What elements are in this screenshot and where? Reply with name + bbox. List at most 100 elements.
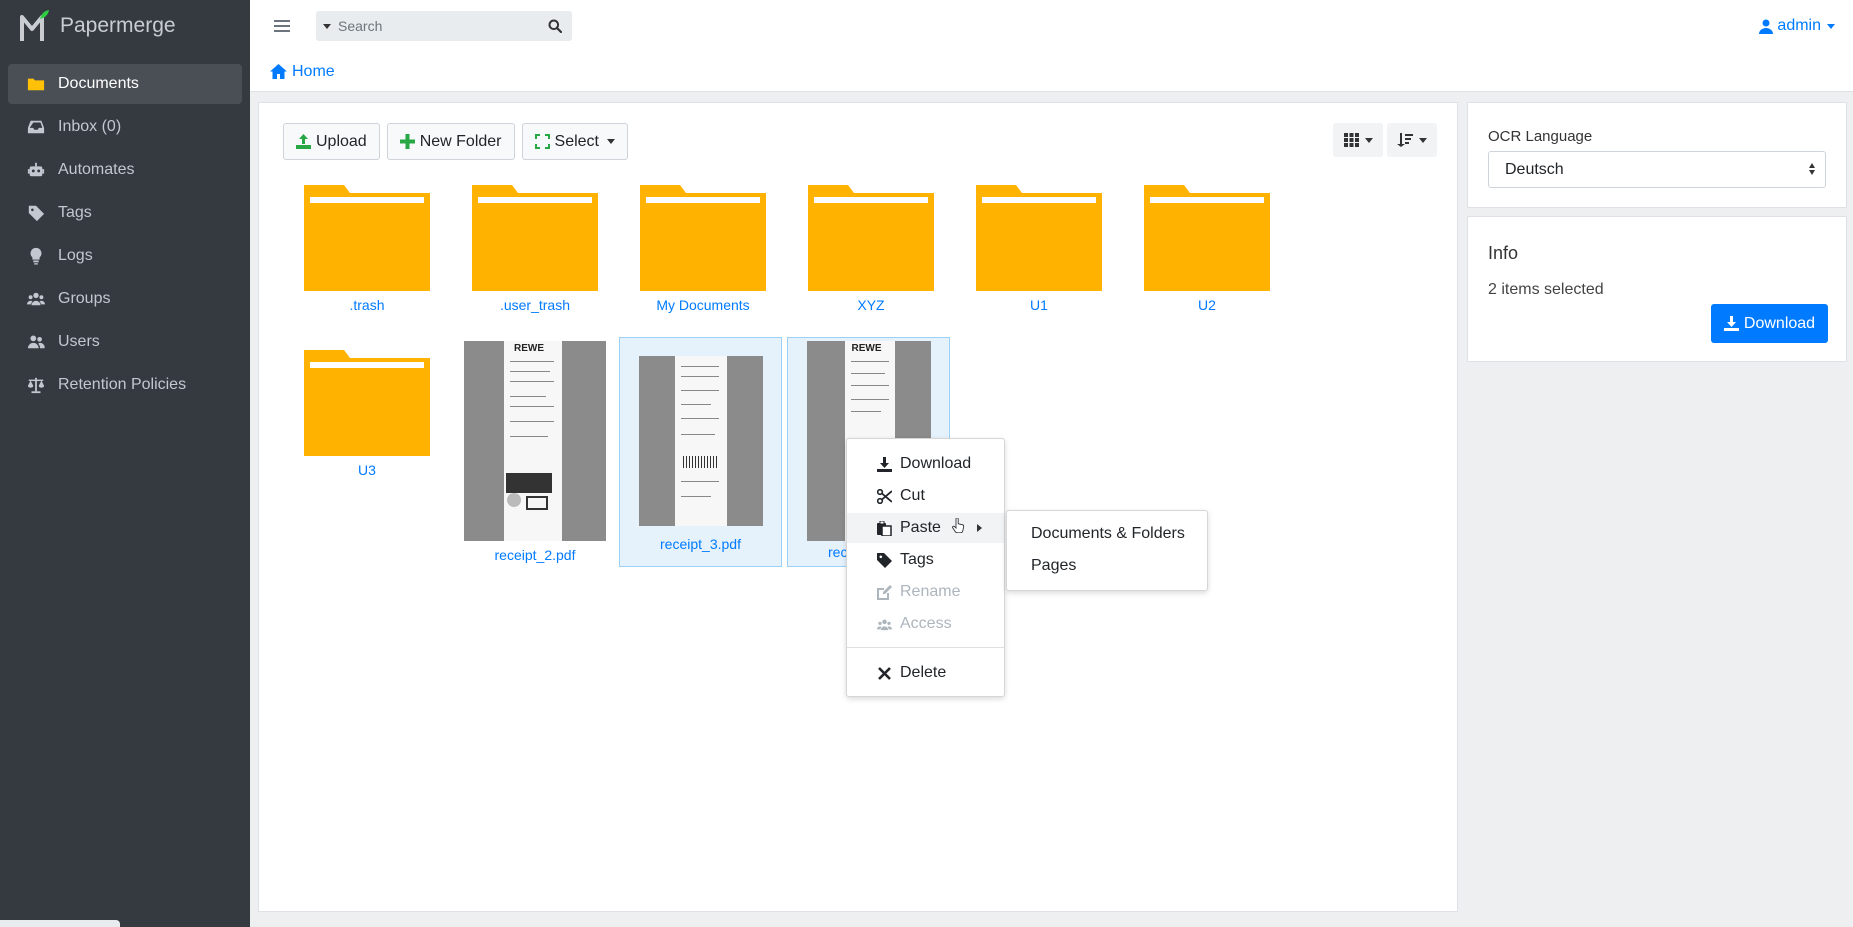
sidebar-item-label: Documents	[58, 75, 139, 92]
document-thumbnail: REWE	[464, 341, 606, 541]
menu-item-delete[interactable]: Delete	[847, 658, 1004, 688]
menu-divider	[847, 647, 1004, 648]
paste-submenu: Documents & Folders Pages	[1006, 510, 1208, 591]
item-label: receipt_2.pdf	[494, 547, 576, 563]
menu-item-download[interactable]: Download	[847, 449, 1004, 479]
breadcrumb-home[interactable]: Home	[270, 63, 335, 81]
document-item-selected[interactable]: receipt_3.pdf	[619, 337, 782, 567]
home-icon	[270, 64, 287, 79]
sort-icon	[1397, 133, 1413, 147]
sidebar: Papermerge Documents Inbox (0) Automates…	[0, 0, 250, 927]
sort-dropdown[interactable]	[1387, 123, 1437, 157]
folder-item[interactable]: .user_trash	[467, 185, 603, 313]
sidebar-item-inbox[interactable]: Inbox (0)	[8, 107, 242, 147]
search-icon[interactable]	[538, 19, 572, 33]
context-menu: Download Cut Paste Tags Rename Access De…	[846, 438, 1005, 697]
submenu-item-documents-folders[interactable]: Documents & Folders	[1031, 525, 1185, 543]
expand-icon	[534, 134, 550, 149]
ocr-language-value: Deutsch	[1505, 160, 1564, 178]
menu-item-label: Cut	[900, 487, 925, 504]
download-button[interactable]: Download	[1711, 304, 1828, 343]
sidebar-item-retention-policies[interactable]: Retention Policies	[8, 365, 242, 405]
paste-icon	[877, 520, 892, 536]
sidebar-item-label: Inbox (0)	[58, 118, 122, 135]
menu-item-tags[interactable]: Tags	[847, 545, 1004, 575]
sidebar-nav: Documents Inbox (0) Automates Tags Logs …	[0, 52, 250, 405]
status-bar	[0, 920, 120, 927]
select-arrows-icon	[1809, 163, 1815, 175]
papermerge-logo	[20, 9, 50, 43]
folder-item[interactable]: My Documents	[635, 185, 771, 313]
chevron-down-icon	[606, 139, 615, 144]
users-group-icon	[26, 289, 46, 309]
lightbulb-icon	[26, 246, 46, 266]
close-icon	[878, 666, 891, 680]
new-folder-button[interactable]: New Folder	[386, 123, 515, 160]
folder-icon	[26, 74, 46, 94]
folder-item[interactable]: U1	[971, 185, 1107, 313]
scissors-icon	[877, 488, 892, 504]
upload-icon	[296, 134, 311, 149]
sidebar-item-tags[interactable]: Tags	[8, 193, 242, 233]
menu-item-label: Delete	[900, 664, 947, 681]
sidebar-item-documents[interactable]: Documents	[8, 64, 242, 104]
search-options-dropdown[interactable]	[316, 23, 338, 29]
item-label: .user_trash	[499, 297, 571, 313]
sidebar-item-automates[interactable]: Automates	[8, 150, 242, 190]
breadcrumb: Home	[250, 52, 1853, 92]
ocr-language-label: OCR Language	[1488, 128, 1593, 145]
user-name: admin	[1777, 17, 1821, 34]
folder-item[interactable]: U2	[1139, 185, 1275, 313]
folder-icon	[1144, 185, 1270, 291]
menu-item-cut[interactable]: Cut	[847, 481, 1004, 511]
info-selection-text: 2 items selected	[1488, 281, 1604, 298]
item-label: receipt_3.pdf	[660, 536, 741, 552]
edit-icon	[877, 584, 892, 600]
search-input[interactable]	[338, 18, 538, 34]
sidebar-item-label: Users	[58, 333, 100, 350]
folder-icon	[472, 185, 598, 291]
ocr-language-select[interactable]: Deutsch	[1488, 151, 1826, 188]
folder-icon	[640, 185, 766, 291]
folder-icon	[304, 350, 430, 456]
download-icon	[1723, 316, 1739, 331]
brand[interactable]: Papermerge	[0, 0, 250, 52]
sidebar-item-groups[interactable]: Groups	[8, 279, 242, 319]
user-icon	[1759, 19, 1774, 34]
menu-item-access[interactable]: Access	[847, 609, 1004, 639]
download-label: Download	[1743, 314, 1816, 332]
folder-icon	[304, 185, 430, 291]
folder-icon	[808, 185, 934, 291]
item-label: U2	[1198, 297, 1216, 313]
folder-item[interactable]: .trash	[299, 185, 435, 313]
view-mode-dropdown[interactable]	[1333, 123, 1383, 157]
folder-item[interactable]: U3	[299, 350, 435, 478]
upload-label: Upload	[316, 132, 367, 150]
upload-button[interactable]: Upload	[283, 123, 380, 160]
folder-icon	[976, 185, 1102, 291]
robot-icon	[26, 160, 46, 180]
app-name: Papermerge	[60, 14, 176, 37]
ocr-language-card: OCR Language Deutsch	[1467, 102, 1847, 208]
submenu-item-pages[interactable]: Pages	[1031, 557, 1076, 575]
item-label: U3	[358, 462, 376, 478]
menu-item-label: Tags	[900, 551, 934, 568]
chevron-right-icon	[977, 524, 982, 532]
sidebar-item-users[interactable]: Users	[8, 322, 242, 362]
document-item[interactable]: REWE receipt_2.pdf	[464, 341, 606, 563]
new-folder-label: New Folder	[419, 132, 502, 150]
users-icon	[26, 332, 46, 352]
select-dropdown-button[interactable]: Select	[521, 123, 628, 160]
tag-icon	[877, 552, 892, 568]
folder-item[interactable]: XYZ	[803, 185, 939, 313]
hamburger-menu-icon[interactable]	[274, 17, 290, 35]
sidebar-item-label: Tags	[58, 204, 92, 221]
menu-item-rename[interactable]: Rename	[847, 577, 1004, 607]
sidebar-item-label: Groups	[58, 290, 111, 307]
menu-item-label: Paste	[900, 519, 941, 536]
info-card: Info 2 items selected Download	[1467, 216, 1847, 362]
menu-item-paste[interactable]: Paste	[847, 513, 1004, 543]
sidebar-item-logs[interactable]: Logs	[8, 236, 242, 276]
user-menu[interactable]: admin	[1759, 17, 1835, 35]
chevron-down-icon	[1419, 137, 1427, 143]
